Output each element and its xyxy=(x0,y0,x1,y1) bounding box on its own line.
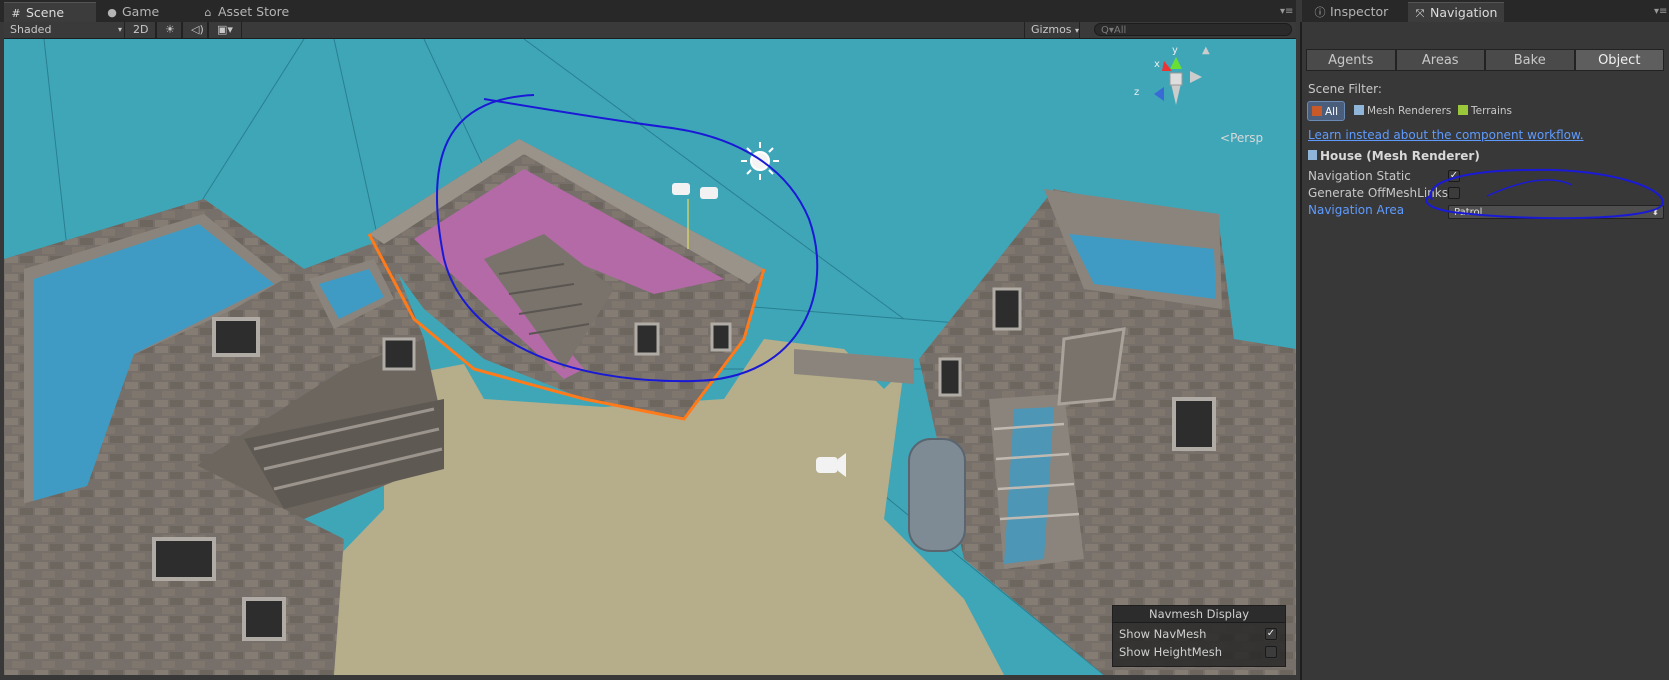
tab-inspector[interactable]: ⓘ Inspector xyxy=(1308,2,1404,22)
show-navmesh-checkbox[interactable]: ✓ xyxy=(1265,628,1277,640)
navmesh-display-title: Navmesh Display xyxy=(1113,606,1285,623)
tab-areas[interactable]: Areas xyxy=(1395,49,1485,71)
axis-z-label: z xyxy=(1134,87,1139,98)
inspector-tab-bar: ⓘ Inspector ⤧ Navigation ▾≡ xyxy=(1302,0,1669,22)
light-gizmo-icon xyxy=(741,142,779,180)
navigation-tabs: Agents Areas Bake Object xyxy=(1306,49,1664,71)
tab-navigation[interactable]: ⤧ Navigation xyxy=(1408,2,1504,22)
scene-toolbar: Shaded ▾ 2D ☀ ◁) ▣▾ Gizmos ▾ Q▾All xyxy=(4,22,1296,39)
navmesh-display-panel: Navmesh Display Show NavMesh ✓ Show Heig… xyxy=(1112,605,1286,667)
scene-render: y x z ▲ xyxy=(4,39,1296,675)
gizmos-label: Gizmos xyxy=(1031,23,1072,36)
scene-lighting-toggle[interactable]: ☀ xyxy=(156,22,182,38)
mesh-renderer-icon xyxy=(1308,150,1317,160)
tab-asset-store[interactable]: ⌂ Asset Store xyxy=(196,2,306,22)
shading-mode-dropdown[interactable]: Shaded ▾ xyxy=(10,22,122,38)
filter-terrains-button[interactable]: Terrains xyxy=(1458,101,1512,121)
lock-icon[interactable]: ▲ xyxy=(1202,45,1210,56)
tab-navigation-label: Navigation xyxy=(1430,5,1498,20)
scene-audio-toggle[interactable]: ◁) xyxy=(182,22,208,38)
filter-terrains-label: Terrains xyxy=(1471,105,1513,117)
scene-tab-bar: # Scene ● Game ⌂ Asset Store ▾≡ xyxy=(0,0,1296,22)
projection-label: Persp xyxy=(1230,131,1264,145)
cube-icon xyxy=(1312,106,1322,116)
scene-effects-dropdown[interactable]: ▣▾ xyxy=(208,22,242,38)
pacman-icon: ● xyxy=(107,6,117,19)
scene-search-input[interactable]: Q▾All xyxy=(1094,23,1292,36)
scene-filter-label: Scene Filter: xyxy=(1308,82,1382,96)
navigation-panel: ⓘ Inspector ⤧ Navigation ▾≡ Agents Areas B… xyxy=(1300,0,1669,680)
scene-panel-menu-icon[interactable]: ▾≡ xyxy=(1280,6,1293,17)
tab-game[interactable]: ● Game xyxy=(100,2,190,22)
persp-arrow-icon: < xyxy=(1220,131,1231,145)
axis-y-label: y xyxy=(1172,45,1178,56)
show-heightmesh-checkbox[interactable] xyxy=(1265,646,1277,658)
orientation-gizmo[interactable] xyxy=(1154,57,1202,105)
tab-agents[interactable]: Agents xyxy=(1306,49,1396,71)
speaker-icon: ◁) xyxy=(191,23,204,36)
filter-all-label: All xyxy=(1325,106,1339,118)
tab-bake[interactable]: Bake xyxy=(1485,49,1575,71)
inspector-panel-menu-icon[interactable]: ▾≡ xyxy=(1654,6,1667,17)
filter-mesh-renderers-button[interactable]: Mesh Renderers xyxy=(1354,101,1451,121)
navigation-static-label: Navigation Static xyxy=(1308,169,1411,183)
mesh-renderer-icon xyxy=(1354,105,1364,115)
tab-scene[interactable]: # Scene xyxy=(4,2,96,22)
info-icon: ⓘ xyxy=(1314,6,1326,19)
gizmos-dropdown[interactable]: Gizmos ▾ xyxy=(1024,22,1080,38)
tab-asset-store-label: Asset Store xyxy=(218,4,290,19)
tab-scene-label: Scene xyxy=(26,5,65,20)
axis-x-label: x xyxy=(1154,59,1160,70)
filter-mesh-renderers-label: Mesh Renderers xyxy=(1367,105,1452,117)
show-heightmesh-label: Show HeightMesh xyxy=(1119,645,1222,659)
component-workflow-link[interactable]: Learn instead about the component workfl… xyxy=(1308,128,1584,142)
projection-toggle[interactable]: <Persp xyxy=(1220,131,1263,145)
image-icon: ▣▾ xyxy=(217,23,233,36)
grid-icon: # xyxy=(11,7,21,20)
dropdown-arrow-icon: ▾ xyxy=(1075,26,1080,35)
scene-view[interactable]: y x z ▲ <Persp Navmesh Display Show NavM… xyxy=(4,39,1296,675)
sun-icon: ☀ xyxy=(165,23,175,36)
terrain-icon xyxy=(1458,105,1468,115)
navigation-area-label: Navigation Area xyxy=(1308,203,1405,217)
dropdown-arrow-icon: ▾ xyxy=(117,25,122,34)
shading-mode-value: Shaded xyxy=(10,23,52,36)
tab-game-label: Game xyxy=(122,4,160,19)
shopping-bag-icon: ⌂ xyxy=(204,6,212,19)
navigation-icon: ⤧ xyxy=(1415,7,1425,20)
annotation-scribble xyxy=(1425,168,1664,220)
show-navmesh-label: Show NavMesh xyxy=(1119,627,1207,641)
tab-inspector-label: Inspector xyxy=(1330,4,1389,19)
filter-all-button[interactable]: All xyxy=(1307,101,1345,121)
2d-toggle-button[interactable]: 2D xyxy=(124,22,156,38)
tab-object[interactable]: Object xyxy=(1574,49,1664,71)
